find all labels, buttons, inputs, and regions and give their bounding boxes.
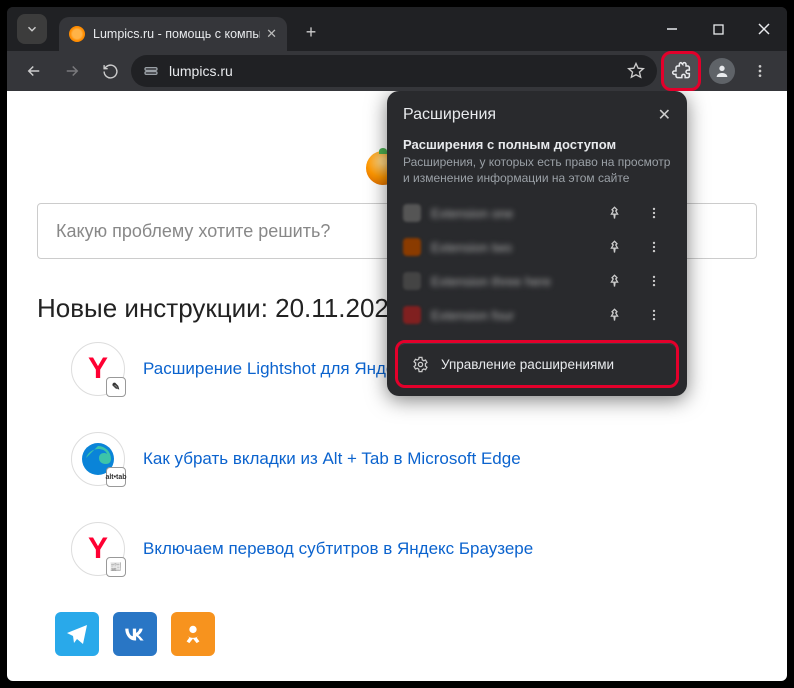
pin-icon: [607, 308, 622, 323]
titlebar: Lumpics.ru - помощь с компью ✕ +: [7, 7, 787, 51]
minimize-button[interactable]: [649, 7, 695, 51]
back-button[interactable]: [17, 54, 51, 88]
dots-vertical-icon: [647, 308, 661, 322]
popup-description: Расширения, у которых есть право на прос…: [387, 152, 687, 196]
tab-title: Lumpics.ru - помощь с компью: [93, 27, 260, 41]
extension-name: Extension four: [431, 308, 597, 323]
page-content: lu Какую проблему хотите решить? Новые и…: [7, 91, 787, 681]
telegram-button[interactable]: [55, 612, 99, 656]
extension-favicon-icon: [403, 306, 421, 324]
extensions-popup: Расширения ✕ Расширения с полным доступо…: [387, 91, 687, 396]
tab-close-button[interactable]: ✕: [266, 26, 277, 42]
manage-extensions-button[interactable]: Управление расширениями: [398, 343, 676, 385]
manage-extensions-highlight: Управление расширениями: [395, 340, 679, 388]
pin-button[interactable]: [607, 240, 637, 255]
badge-icon: 📰: [106, 557, 126, 577]
pin-button[interactable]: [607, 206, 637, 221]
extension-row[interactable]: Extension one: [387, 196, 687, 230]
article-link[interactable]: Как убрать вкладки из Alt + Tab в Micros…: [143, 449, 521, 469]
favicon-icon: [69, 26, 85, 42]
extension-name: Extension two: [431, 240, 597, 255]
pin-button[interactable]: [607, 308, 637, 323]
pin-icon: [607, 240, 622, 255]
manage-extensions-label: Управление расширениями: [441, 357, 614, 372]
extension-favicon-icon: [403, 272, 421, 290]
extension-row[interactable]: Extension four: [387, 298, 687, 332]
pin-icon: [607, 274, 622, 289]
reload-button[interactable]: [93, 54, 127, 88]
extension-name: Extension one: [431, 206, 597, 221]
article-link[interactable]: Расширение Lightshot для Яндекс: [143, 359, 412, 379]
dots-vertical-icon: [647, 240, 661, 254]
article-item[interactable]: Y 📰 Включаем перевод субтитров в Яндекс …: [71, 522, 757, 576]
arrow-right-icon: [63, 62, 81, 80]
site-settings-icon: [143, 63, 159, 79]
edge-icon: alt•tab: [71, 432, 125, 486]
browser-window: Lumpics.ru - помощь с компью ✕ +: [5, 5, 789, 683]
puzzle-icon: [671, 61, 691, 81]
pin-icon: [607, 206, 622, 221]
pin-button[interactable]: [607, 274, 637, 289]
reload-icon: [102, 63, 119, 80]
extension-menu-button[interactable]: [647, 240, 677, 254]
extension-menu-button[interactable]: [647, 274, 677, 288]
article-item[interactable]: alt•tab Как убрать вкладки из Alt + Tab …: [71, 432, 757, 486]
vk-button[interactable]: [113, 612, 157, 656]
popup-subtitle: Расширения с полным доступом: [387, 131, 687, 152]
dots-vertical-icon: [752, 63, 768, 79]
profile-button[interactable]: [709, 58, 735, 84]
vk-icon: [122, 621, 148, 647]
chrome-menu-button[interactable]: [743, 54, 777, 88]
dots-vertical-icon: [647, 206, 661, 220]
social-links: [55, 612, 767, 656]
maximize-button[interactable]: [695, 7, 741, 51]
extension-menu-button[interactable]: [647, 308, 677, 322]
yandex-icon: Y 📰: [71, 522, 125, 576]
minimize-icon: [666, 23, 678, 35]
article-link[interactable]: Включаем перевод субтитров в Яндекс Брау…: [143, 539, 533, 559]
badge-icon: alt•tab: [106, 467, 126, 487]
search-placeholder: Какую проблему хотите решить?: [56, 221, 330, 242]
new-tab-button[interactable]: +: [297, 18, 325, 46]
browser-tab[interactable]: Lumpics.ru - помощь с компью ✕: [59, 17, 287, 51]
extension-favicon-icon: [403, 204, 421, 222]
extension-menu-button[interactable]: [647, 206, 677, 220]
extension-favicon-icon: [403, 238, 421, 256]
close-icon: [758, 23, 770, 35]
ok-icon: [182, 623, 204, 645]
popup-close-button[interactable]: ✕: [658, 105, 671, 125]
chevron-down-icon: [25, 22, 39, 36]
forward-button[interactable]: [55, 54, 89, 88]
extension-row[interactable]: Extension two: [387, 230, 687, 264]
arrow-left-icon: [25, 62, 43, 80]
badge-icon: ✎: [106, 377, 126, 397]
extension-row[interactable]: Extension three here: [387, 264, 687, 298]
toolbar: lumpics.ru: [7, 51, 787, 91]
popup-title: Расширения: [403, 106, 496, 124]
ok-button[interactable]: [171, 612, 215, 656]
star-icon[interactable]: [627, 62, 645, 80]
address-bar[interactable]: lumpics.ru: [131, 55, 657, 87]
window-controls: [649, 7, 787, 51]
maximize-icon: [713, 24, 724, 35]
dots-vertical-icon: [647, 274, 661, 288]
tab-search-button[interactable]: [17, 14, 47, 44]
extension-name: Extension three here: [431, 274, 597, 289]
close-window-button[interactable]: [741, 7, 787, 51]
telegram-icon: [65, 622, 89, 646]
person-icon: [714, 63, 730, 79]
gear-icon: [412, 356, 429, 373]
extensions-button[interactable]: [661, 51, 701, 91]
url-text: lumpics.ru: [169, 63, 233, 79]
yandex-icon: Y ✎: [71, 342, 125, 396]
